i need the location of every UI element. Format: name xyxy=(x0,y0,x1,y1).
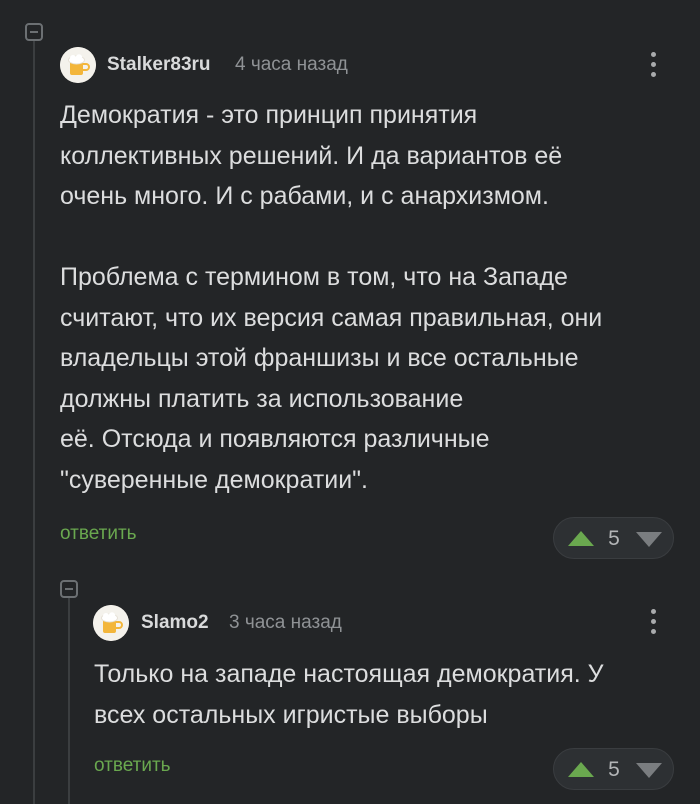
downvote-icon[interactable] xyxy=(636,763,662,778)
dot-icon xyxy=(651,72,656,77)
thread-line-level-2[interactable] xyxy=(68,597,70,804)
beer-mug-avatar-icon xyxy=(60,47,96,83)
rating-count: 5 xyxy=(608,758,620,781)
collapse-thread-button[interactable] xyxy=(25,23,43,41)
rating-control: 5 xyxy=(553,517,674,559)
username[interactable]: Slamo2 xyxy=(141,612,209,634)
collapse-thread-button[interactable] xyxy=(60,580,78,598)
comment-timestamp: 3 часа назад xyxy=(229,612,342,633)
dot-icon xyxy=(651,629,656,634)
comment-timestamp: 4 часа назад xyxy=(235,54,348,75)
comment-body: Только на западе настоящая демократия. У… xyxy=(94,660,604,729)
reply-button[interactable]: ответить xyxy=(60,523,137,545)
thread-line-level-1[interactable] xyxy=(33,40,35,804)
upvote-icon[interactable] xyxy=(568,531,594,546)
avatar[interactable] xyxy=(60,47,96,83)
rating-control: 5 xyxy=(553,748,674,790)
rating-count: 5 xyxy=(608,527,620,550)
dot-icon xyxy=(651,619,656,624)
reply-button[interactable]: ответить xyxy=(94,755,171,777)
avatar[interactable] xyxy=(93,605,129,641)
dot-icon xyxy=(651,62,656,67)
dot-icon xyxy=(651,609,656,614)
comment-body: Демократия - это принцип принятия коллек… xyxy=(60,101,603,494)
comment-menu-button[interactable] xyxy=(645,50,663,80)
downvote-icon[interactable] xyxy=(636,532,662,547)
comment-menu-button[interactable] xyxy=(645,607,663,637)
upvote-icon[interactable] xyxy=(568,762,594,777)
dot-icon xyxy=(651,52,656,57)
username[interactable]: Stalker83ru xyxy=(107,54,211,76)
beer-mug-avatar-icon xyxy=(93,605,129,641)
